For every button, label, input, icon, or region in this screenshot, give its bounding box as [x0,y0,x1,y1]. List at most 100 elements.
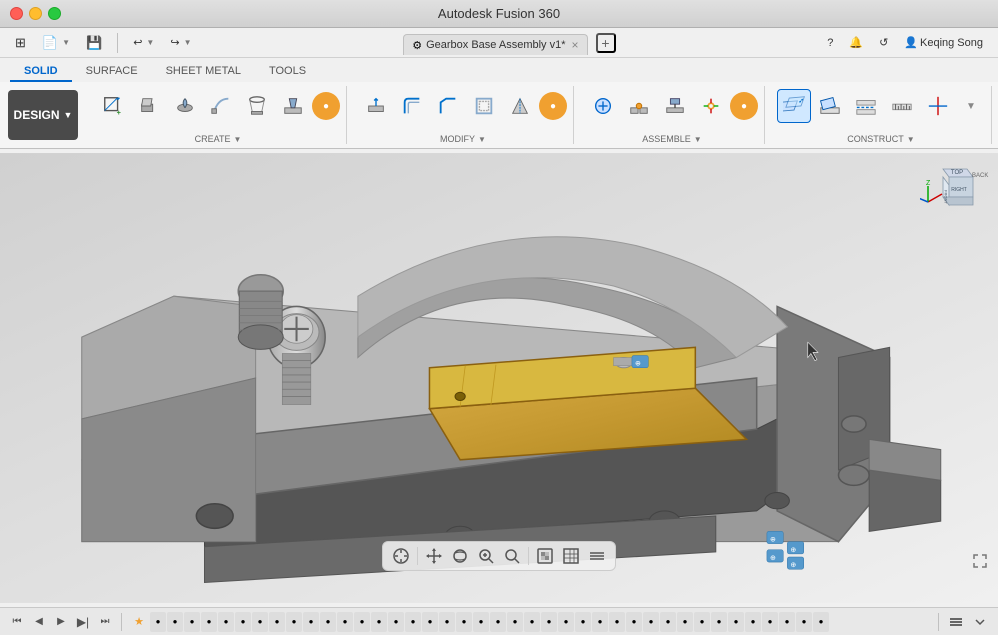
timeline-item-7[interactable]: ● [269,612,285,632]
visual-style-button[interactable] [585,545,609,567]
navigate-tool[interactable] [389,545,413,567]
timeline-item-0[interactable]: ● [150,612,166,632]
save-button[interactable]: 💾 [79,32,109,54]
maximize-button[interactable] [48,7,61,20]
timeline-item-18[interactable]: ● [456,612,472,632]
extrude-button[interactable] [132,89,166,123]
tab-close-icon[interactable]: × [572,38,579,52]
display-mode-button[interactable] [533,545,557,567]
timeline-item-9[interactable]: ● [303,612,319,632]
timeline-item-26[interactable]: ● [592,612,608,632]
chamfer-button[interactable] [431,89,465,123]
asbuilt-joint-button[interactable] [658,89,692,123]
joint-origin-button[interactable] [694,89,728,123]
timeline-item-11[interactable]: ● [337,612,353,632]
grid-icon-button[interactable]: ⊞ [8,32,33,54]
timeline-item-13[interactable]: ● [371,612,387,632]
minimize-button[interactable] [29,7,42,20]
pan-tool[interactable] [422,545,446,567]
design-mode-button[interactable]: DESIGN ▼ [8,90,78,140]
timeline-item-20[interactable]: ● [490,612,506,632]
timeline-pin[interactable]: ★ [129,612,149,632]
offset-plane-button[interactable] [777,89,811,123]
timeline-settings-button[interactable] [946,612,966,632]
timeline-item-37[interactable]: ● [779,612,795,632]
measure-button[interactable] [885,89,919,123]
next-button[interactable]: ▶| [74,613,92,631]
timeline-item-36[interactable]: ● [762,612,778,632]
axis-button[interactable] [921,89,955,123]
viewcube[interactable]: X Z Y TOP [920,157,990,227]
timeline-item-27[interactable]: ● [609,612,625,632]
timeline-item-12[interactable]: ● [354,612,370,632]
orbit-tool[interactable] [448,545,472,567]
timeline-item-35[interactable]: ● [745,612,761,632]
notifications-button[interactable]: 🔔 [842,32,870,54]
timeline-item-10[interactable]: ● [320,612,336,632]
timeline-item-19[interactable]: ● [473,612,489,632]
user-account-button[interactable]: 👤 Keqing Song [897,32,990,54]
timeline-item-1[interactable]: ● [167,612,183,632]
sync-button[interactable]: ↺ [872,32,895,54]
expand-timeline-button[interactable] [970,612,990,632]
timeline-item-30[interactable]: ● [660,612,676,632]
timeline-item-17[interactable]: ● [439,612,455,632]
more-assemble-button[interactable]: ● [730,92,758,120]
timeline-item-16[interactable]: ● [422,612,438,632]
joint-button[interactable] [622,89,656,123]
revolve-button[interactable] [168,89,202,123]
timeline-item-28[interactable]: ● [626,612,642,632]
draft-button[interactable] [503,89,537,123]
new-component-button[interactable] [586,89,620,123]
prev-button[interactable]: ◀ [30,613,48,631]
loft-button[interactable] [240,89,274,123]
midplane-button[interactable] [849,89,883,123]
timeline-item-31[interactable]: ● [677,612,693,632]
plane-angle-button[interactable] [813,89,847,123]
timeline-item-14[interactable]: ● [388,612,404,632]
grid-toggle-button[interactable] [559,545,583,567]
close-button[interactable] [10,7,23,20]
tab-sheet-metal[interactable]: SHEET METAL [152,62,255,82]
tab-tools[interactable]: TOOLS [255,62,320,82]
skip-start-button[interactable]: ⏮ [8,613,26,631]
sweep-button[interactable] [204,89,238,123]
file-menu-button[interactable]: 📄 ▼ [35,32,77,54]
timeline-item-4[interactable]: ● [218,612,234,632]
timeline-item-15[interactable]: ● [405,612,421,632]
redo-button[interactable]: ↪ ▼ [163,32,198,54]
fillet-button[interactable] [395,89,429,123]
timeline-item-21[interactable]: ● [507,612,523,632]
more-construct-button[interactable]: ▼ [957,92,985,120]
help-button[interactable]: ? [820,32,840,54]
shell-button[interactable] [467,89,501,123]
new-sketch-button[interactable]: + [96,89,130,123]
timeline-item-22[interactable]: ● [524,612,540,632]
timeline-item-23[interactable]: ● [541,612,557,632]
expand-viewport-button[interactable] [970,551,990,571]
skip-end-button[interactable]: ⏭ [96,613,114,631]
timeline-item-38[interactable]: ● [796,612,812,632]
more-modify-button[interactable]: ● [539,92,567,120]
undo-button[interactable]: ↩ ▼ [126,32,161,54]
rib-button[interactable] [276,89,310,123]
tab-solid[interactable]: SOLID [10,62,72,82]
viewport[interactable]: ⊕ ⊕ ⊕ ⊕ ⊕ [0,149,998,607]
timeline-item-33[interactable]: ● [711,612,727,632]
new-tab-button[interactable]: + [596,33,616,53]
more-create-button[interactable]: ● [312,92,340,120]
timeline-item-5[interactable]: ● [235,612,251,632]
timeline-item-8[interactable]: ● [286,612,302,632]
timeline-item-34[interactable]: ● [728,612,744,632]
timeline-item-2[interactable]: ● [184,612,200,632]
zoom-window-tool[interactable] [500,545,524,567]
timeline-item-29[interactable]: ● [643,612,659,632]
timeline-item-3[interactable]: ● [201,612,217,632]
timeline-item-24[interactable]: ● [558,612,574,632]
timeline-item-39[interactable]: ● [813,612,829,632]
play-button[interactable]: ▶ [52,613,70,631]
timeline-item-6[interactable]: ● [252,612,268,632]
timeline-item-25[interactable]: ● [575,612,591,632]
timeline-item-32[interactable]: ● [694,612,710,632]
tab-surface[interactable]: SURFACE [72,62,152,82]
